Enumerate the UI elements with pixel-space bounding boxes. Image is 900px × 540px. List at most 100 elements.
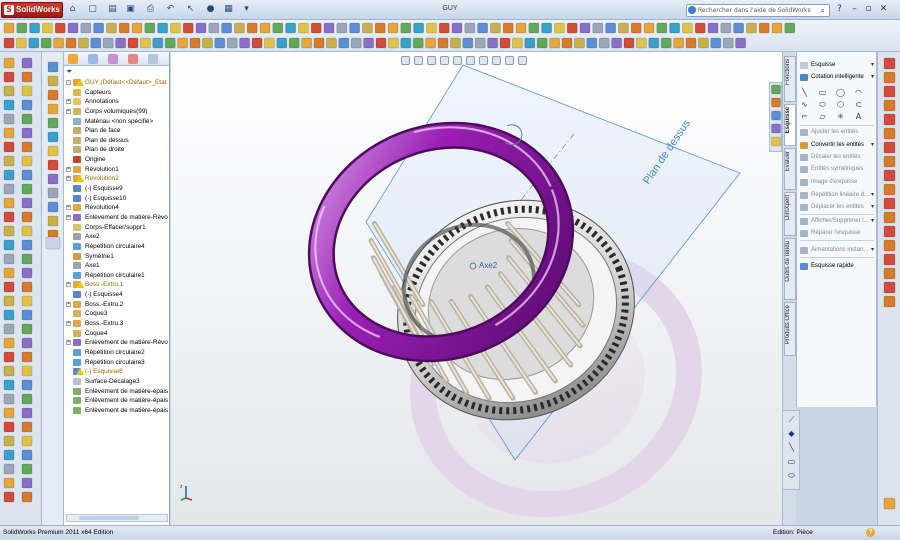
section-view-icon[interactable] xyxy=(440,56,449,65)
scene-icon[interactable] xyxy=(505,56,514,65)
tool-icon[interactable] xyxy=(698,37,709,49)
tree-item[interactable]: Coque3 xyxy=(64,309,169,319)
tree-item[interactable]: (-) Esquisse9 xyxy=(64,184,169,194)
tree-item[interactable]: + Corps volumiques(99) xyxy=(64,107,169,117)
tool-icon[interactable] xyxy=(21,267,33,279)
tool-icon[interactable] xyxy=(387,22,399,34)
tool-icon[interactable] xyxy=(16,37,27,49)
tool-icon[interactable] xyxy=(605,22,616,34)
tool-icon[interactable] xyxy=(618,22,629,34)
search-icon[interactable]: ⌕ xyxy=(821,5,825,16)
tool-icon[interactable] xyxy=(3,365,15,377)
tool-icon[interactable] xyxy=(883,225,896,238)
select-icon[interactable]: ↖ xyxy=(184,3,197,16)
chevron-down-icon[interactable]: ▾ xyxy=(871,60,874,71)
tool-icon[interactable] xyxy=(3,491,15,503)
tool-icon[interactable] xyxy=(264,37,275,49)
tree-item[interactable]: + Boss.-Extru.1 xyxy=(64,280,169,290)
tool-icon[interactable] xyxy=(3,253,15,265)
fillet-icon[interactable]: ⌐ xyxy=(800,112,809,121)
tree-item[interactable]: + Boss.-Extru.3 xyxy=(64,319,169,329)
tool-icon[interactable] xyxy=(21,141,33,153)
tool-icon[interactable] xyxy=(682,22,693,34)
solidworks-logo[interactable]: S SolidWorks xyxy=(1,2,63,18)
tool-icon[interactable] xyxy=(451,22,463,34)
tool-icon[interactable] xyxy=(474,37,486,49)
tool-icon[interactable] xyxy=(21,449,33,461)
tool-icon[interactable] xyxy=(592,22,604,34)
tool-icon[interactable] xyxy=(883,99,896,112)
tool-icon[interactable] xyxy=(259,22,271,34)
tool-icon[interactable] xyxy=(363,37,374,49)
tool-icon[interactable] xyxy=(21,225,33,237)
tool-icon[interactable] xyxy=(288,37,300,49)
expand-toggle-icon[interactable]: + xyxy=(66,205,71,211)
feature-tree-scrollbar[interactable] xyxy=(66,514,168,522)
tool-icon[interactable] xyxy=(47,75,59,87)
tool-icon[interactable] xyxy=(3,295,15,307)
tool-icon[interactable] xyxy=(326,37,337,49)
appearance-icon[interactable] xyxy=(492,56,501,65)
tool-icon[interactable] xyxy=(694,22,706,34)
tool-icon[interactable] xyxy=(21,169,33,181)
expand-toggle-icon[interactable]: + xyxy=(66,340,71,346)
tool-icon[interactable] xyxy=(47,145,59,157)
display-manager-tab-icon[interactable] xyxy=(148,54,158,64)
tool-icon[interactable] xyxy=(21,85,33,97)
diamond-icon[interactable]: ◆ xyxy=(786,429,797,438)
tool-icon[interactable] xyxy=(388,37,399,49)
polygon-icon[interactable]: ⬡ xyxy=(836,100,845,109)
tool-icon[interactable] xyxy=(21,407,33,419)
tool-icon[interactable] xyxy=(3,99,15,111)
tool-icon[interactable] xyxy=(707,22,719,34)
tool-icon[interactable] xyxy=(202,37,213,49)
chevron-down-icon[interactable]: ▾ xyxy=(871,140,874,151)
zoom-area-icon[interactable] xyxy=(414,56,423,65)
tool-icon[interactable] xyxy=(3,169,15,181)
graphics-viewport[interactable]: Plan de dessus Axe2 z xyxy=(171,52,782,525)
tool-icon[interactable] xyxy=(21,211,33,223)
tool-icon[interactable] xyxy=(362,22,373,34)
scrollbar-thumb[interactable] xyxy=(79,516,139,520)
tree-item[interactable]: + Boss.-Extru.2 xyxy=(64,300,169,310)
tool-icon[interactable] xyxy=(450,37,461,49)
tool-icon[interactable] xyxy=(636,37,647,49)
expand-toggle-icon[interactable]: - xyxy=(66,80,71,85)
tool-icon[interactable] xyxy=(512,37,523,49)
tool-icon[interactable] xyxy=(499,37,511,49)
tool-icon[interactable] xyxy=(3,379,15,391)
tool-icon[interactable] xyxy=(883,183,896,196)
sketch-command-item[interactable]: Esquisse ▾ xyxy=(800,60,876,71)
dimxpert-tab-icon[interactable] xyxy=(128,54,138,64)
tool-icon[interactable] xyxy=(313,37,325,49)
tool-icon[interactable] xyxy=(656,22,668,34)
restore-button[interactable]: ▫ xyxy=(862,3,875,16)
tool-icon[interactable] xyxy=(54,22,66,34)
tool-icon[interactable] xyxy=(400,37,412,49)
tool-icon[interactable] xyxy=(685,37,697,49)
tree-item[interactable]: Corps-Effacer/suppr1 xyxy=(64,223,169,233)
tool-icon[interactable] xyxy=(21,463,33,475)
tree-item[interactable]: Capteurs xyxy=(64,88,169,98)
tool-icon[interactable] xyxy=(579,22,591,34)
sketch-command-item[interactable]: Convertir les entités ▾ xyxy=(800,140,876,151)
tool-icon[interactable] xyxy=(21,295,33,307)
tool-icon[interactable] xyxy=(21,113,33,125)
tool-icon[interactable] xyxy=(3,323,15,335)
help-dropdown-icon[interactable]: ? xyxy=(833,3,846,16)
tool-icon[interactable] xyxy=(140,37,151,49)
tool-icon[interactable] xyxy=(170,22,181,34)
tool-icon[interactable] xyxy=(561,37,573,49)
ellipse-icon[interactable]: ⬭ xyxy=(786,471,797,480)
tool-icon[interactable] xyxy=(883,57,896,70)
tool-icon[interactable] xyxy=(623,37,635,49)
tool-icon[interactable] xyxy=(336,22,348,34)
line-icon[interactable]: ╲ xyxy=(800,88,809,97)
tool-icon[interactable] xyxy=(462,37,474,49)
configuration-tab-icon[interactable] xyxy=(108,54,118,64)
tool-icon[interactable] xyxy=(90,37,102,49)
tool-icon[interactable] xyxy=(21,239,33,251)
line-icon[interactable]: ⟋ xyxy=(786,415,797,424)
expand-toggle-icon[interactable]: + xyxy=(66,108,71,114)
tool-icon[interactable] xyxy=(883,239,896,252)
